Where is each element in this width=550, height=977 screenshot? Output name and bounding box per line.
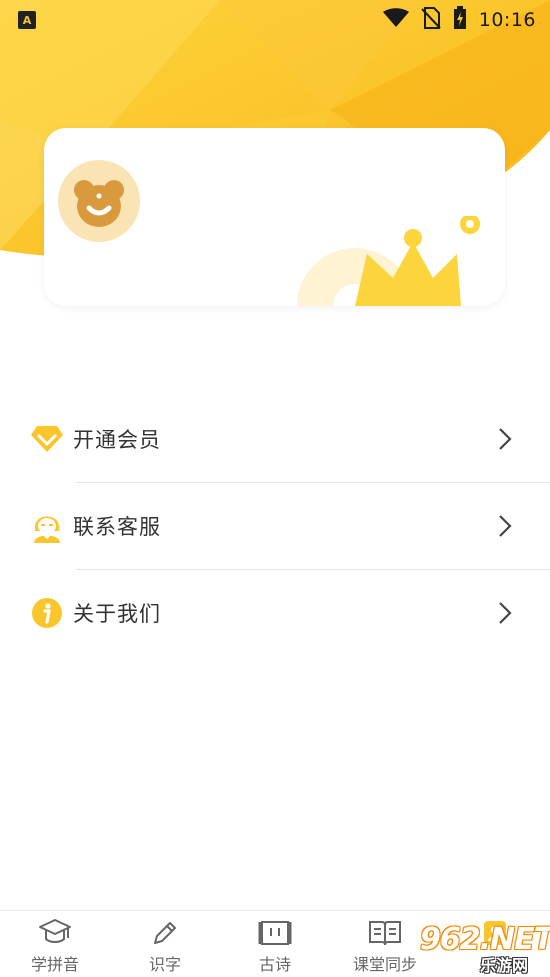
battery-charging-icon	[453, 6, 467, 34]
menu-item-label: 关于我们	[73, 602, 161, 626]
scroll-icon	[258, 917, 292, 949]
tab-label: 学拼音	[30, 955, 79, 974]
tab-pinyin[interactable]: 学拼音	[0, 911, 110, 977]
menu-item-membership[interactable]: 开通会员	[0, 396, 550, 482]
customer-service-icon	[30, 509, 64, 543]
menu-item-label: 联系客服	[73, 515, 161, 539]
chevron-right-icon	[499, 515, 512, 537]
app-notification-icon: A	[18, 11, 36, 29]
profile-card[interactable]	[44, 128, 505, 306]
tab-label: 课堂同步	[352, 955, 417, 974]
menu-item-label: 开通会员	[73, 428, 161, 452]
pencil-icon	[150, 917, 180, 949]
watermark-logo: 962.NET 乐游网	[412, 920, 550, 977]
chevron-right-icon	[499, 428, 512, 450]
no-sim-icon	[421, 7, 441, 33]
chevron-right-icon	[499, 602, 512, 624]
tab-label: 识字	[148, 955, 181, 974]
graduation-cap-icon	[38, 917, 72, 949]
crown-icon	[297, 216, 480, 306]
diamond-icon	[30, 422, 64, 456]
settings-menu: 开通会员 联系客服 关于我们	[0, 396, 550, 656]
tab-poetry[interactable]: 古诗	[220, 911, 330, 977]
status-bar: A 10:16	[0, 0, 550, 40]
book-icon	[368, 917, 402, 949]
watermark-subtext: 乐游网	[480, 956, 529, 975]
menu-item-about-us[interactable]: 关于我们	[0, 570, 550, 656]
menu-item-customer-service[interactable]: 联系客服	[0, 483, 550, 569]
status-time: 10:16	[478, 9, 536, 31]
tab-label: 古诗	[258, 955, 291, 974]
bear-face-icon	[74, 180, 124, 227]
tab-literacy[interactable]: 识字	[110, 911, 220, 977]
avatar[interactable]	[58, 160, 140, 242]
wifi-icon	[382, 8, 409, 32]
info-icon	[30, 596, 64, 630]
